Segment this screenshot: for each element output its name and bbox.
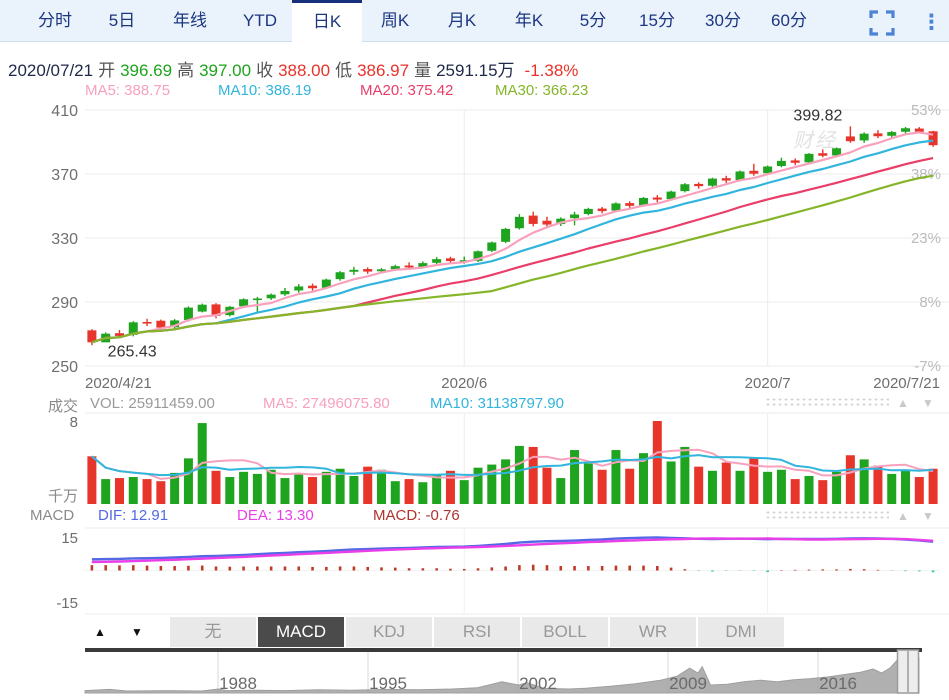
svg-text:-7%: -7% — [914, 358, 941, 375]
svg-text:370: 370 — [51, 167, 78, 184]
indicator-tab-MACD[interactable]: MACD — [258, 617, 344, 647]
volume-panel: 8 千万 — [48, 412, 949, 505]
svg-text:410: 410 — [51, 103, 78, 120]
svg-text:1988: 1988 — [219, 674, 257, 693]
macd-panel-collapse-icon[interactable]: ▼ — [918, 509, 938, 523]
svg-text:2009: 2009 — [669, 674, 707, 693]
watermark: 财经 — [793, 130, 837, 152]
macd-histogram — [90, 564, 935, 573]
svg-text:-15: -15 — [56, 595, 78, 612]
svg-text:23%: 23% — [911, 230, 941, 247]
tab-日K[interactable]: 日K — [292, 0, 362, 46]
indicator-down-button[interactable]: ▼ — [122, 617, 152, 647]
svg-text:15: 15 — [61, 530, 78, 547]
price-axis-labels: 410 370 330 290 250 — [51, 103, 78, 376]
indicator-tab-DMI[interactable]: DMI — [698, 617, 784, 647]
svg-text:8%: 8% — [919, 294, 941, 311]
svg-text:250: 250 — [51, 359, 78, 376]
indicator-tab-WR[interactable]: WR — [610, 617, 696, 647]
indicator-tab-BOLL[interactable]: BOLL — [522, 617, 608, 647]
svg-text:38%: 38% — [911, 166, 941, 183]
svg-text:2020/7: 2020/7 — [745, 375, 791, 392]
navigator-slider-handle[interactable] — [896, 649, 920, 694]
volume-panel-expand-icon[interactable]: ▲ — [893, 396, 913, 410]
volume-panel-collapse-icon[interactable]: ▼ — [918, 396, 938, 410]
navigator-area — [84, 654, 920, 694]
svg-text:265.43: 265.43 — [108, 343, 157, 360]
svg-text:2016: 2016 — [819, 674, 857, 693]
indicator-tab-无[interactable]: 无 — [170, 617, 256, 647]
svg-text:千万: 千万 — [48, 488, 78, 505]
svg-text:2020/7/21: 2020/7/21 — [873, 375, 940, 392]
range-navigator — [84, 648, 922, 694]
svg-text:290: 290 — [51, 295, 78, 312]
indicator-tab-RSI[interactable]: RSI — [434, 617, 520, 647]
svg-text:2002: 2002 — [519, 674, 557, 693]
svg-text:2020/4/21: 2020/4/21 — [85, 375, 152, 392]
macd-panel-expand-icon[interactable]: ▲ — [893, 509, 913, 523]
indicator-tab-KDJ[interactable]: KDJ — [346, 617, 432, 647]
macd-panel: 15 -15 — [56, 527, 949, 615]
chart-canvas: 410 370 330 290 250 53% 38% 23% 8% -7% 399.82 265.4… — [48, 102, 949, 694]
volume-panel-drag-handle[interactable] — [765, 397, 889, 408]
indicator-up-button[interactable]: ▲ — [85, 617, 115, 647]
candles — [87, 126, 938, 346]
svg-text:53%: 53% — [911, 102, 941, 119]
svg-text:8: 8 — [70, 414, 78, 431]
volume-bars — [87, 421, 938, 504]
date-axis-labels: 2020/4/21 2020/6 2020/7 2020/7/21 — [85, 375, 940, 392]
svg-text:330: 330 — [51, 231, 78, 248]
stock-chart-app: 分时 5日 年线 YTD 日K 周K 月K 年K 5分 15分 30分 60分 ⋮ 2020/07/2… — [0, 0, 949, 700]
svg-text:1995: 1995 — [369, 674, 407, 693]
svg-text:2020/6: 2020/6 — [441, 375, 487, 392]
macd-panel-drag-handle[interactable] — [765, 510, 889, 521]
macd-lines — [91, 536, 934, 564]
svg-text:399.82: 399.82 — [793, 107, 842, 124]
